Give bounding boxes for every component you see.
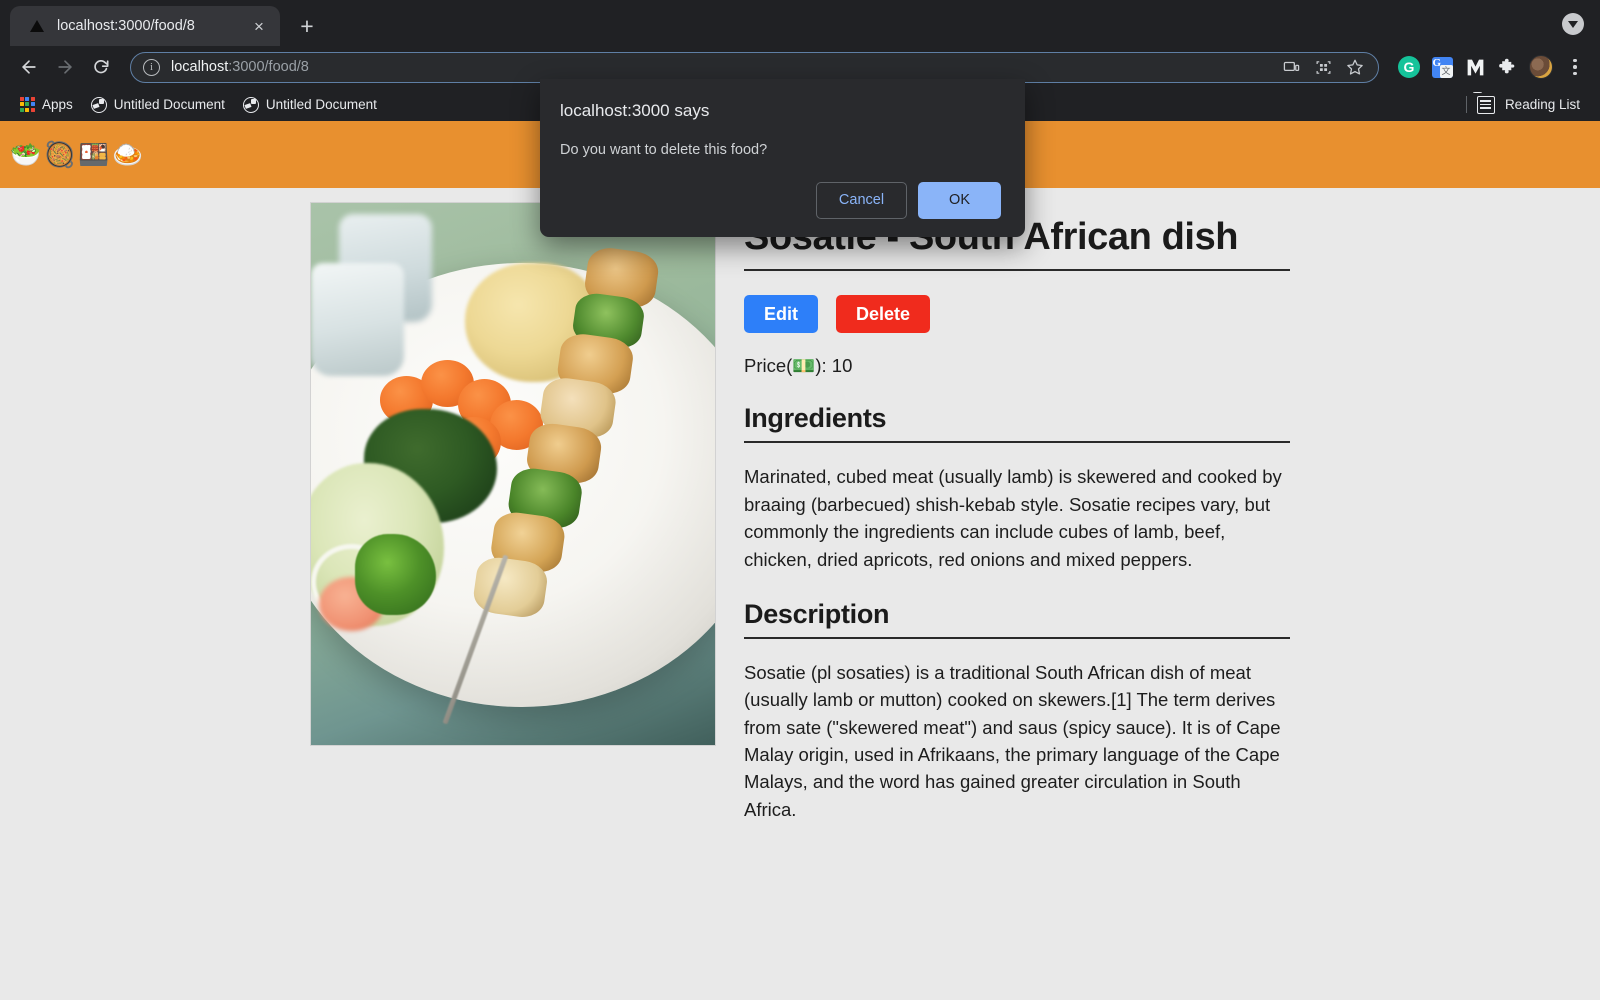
bookmark-label: Untitled Document [265, 97, 377, 112]
new-tab-button[interactable]: + [290, 9, 324, 43]
grammarly-icon[interactable]: G [1397, 55, 1421, 79]
bento-box-icon[interactable]: 🍱 [78, 142, 109, 167]
food-detail-column: Sosatie - South African dish Edit Delete… [744, 202, 1290, 823]
food-detail-layout: Sosatie - South African dish Edit Delete… [310, 202, 1290, 823]
apps-grid-icon [20, 97, 35, 112]
globe-icon [90, 96, 107, 113]
curry-rice-icon[interactable]: 🍛 [112, 142, 143, 167]
bookmark-apps[interactable]: Apps [12, 93, 81, 116]
cancel-button[interactable]: Cancel [815, 182, 908, 219]
edit-button[interactable]: Edit [744, 294, 818, 334]
back-button[interactable] [12, 50, 46, 84]
url-path: :3000/food/8 [228, 59, 309, 75]
green-salad-icon[interactable]: 🥗 [10, 142, 41, 167]
omnibox-actions [1278, 54, 1368, 80]
avatar[interactable] [1529, 55, 1553, 79]
url-host: localhost [171, 59, 229, 75]
bookmark-untitled-document-1[interactable]: Untitled Document [83, 93, 233, 117]
three-dot-menu[interactable] [1562, 54, 1588, 80]
dialog-message: Do you want to delete this food? [560, 142, 768, 158]
notification-badge [1472, 91, 1482, 94]
divider [1465, 96, 1467, 113]
food-image [310, 202, 716, 746]
browser-window: localhost:3000/food/8 × + i localhost:30… [0, 0, 1600, 1000]
price-label: Price(💵): 10 [744, 355, 853, 377]
ingredients-heading: Ingredients [744, 403, 1290, 444]
page-viewport: 🥗 🥘 🍱 🍛 Sosatie - South African dish Edi… [0, 121, 1600, 1000]
bookmark-label: Apps [42, 97, 73, 112]
url-text: localhost:3000/food/8 [171, 59, 309, 75]
description-text: Sosatie (pl sosaties) is a traditional S… [744, 661, 1281, 820]
tab-localhost-food-8[interactable]: localhost:3000/food/8 × [10, 6, 280, 46]
action-buttons: Edit Delete [744, 294, 1290, 334]
tab-search-button[interactable] [1562, 13, 1584, 35]
site-info-icon[interactable]: i [143, 58, 160, 76]
tab-strip: localhost:3000/food/8 × + [0, 0, 1600, 46]
dialog-title: localhost:3000 says [560, 101, 710, 120]
reload-button[interactable] [84, 50, 118, 84]
triangle-favicon [28, 18, 45, 35]
confirm-dialog: localhost:3000 says Do you want to delet… [540, 79, 1025, 237]
delete-button[interactable]: Delete [836, 294, 931, 334]
star-icon[interactable] [1342, 54, 1368, 80]
parsley-garnish [355, 533, 437, 615]
close-icon[interactable]: × [248, 15, 270, 37]
shallow-pan-of-food-icon[interactable]: 🥘 [44, 142, 75, 167]
bookmark-untitled-document-2[interactable]: Untitled Document [235, 93, 385, 117]
page-body: Sosatie - South African dish Edit Delete… [0, 188, 1600, 823]
globe-icon [242, 96, 259, 113]
ingredients-text: Marinated, cubed meat (usually lamb) is … [744, 466, 1282, 570]
food-image-column [310, 202, 716, 823]
tab-title: localhost:3000/food/8 [57, 18, 195, 34]
address-bar[interactable]: i localhost:3000/food/8 [130, 51, 1379, 83]
cast-icon[interactable] [1278, 54, 1304, 80]
dark-extension-icon[interactable] [1463, 55, 1487, 79]
extension-icons: G G 文 [1389, 54, 1588, 80]
dialog-actions: Cancel OK [560, 182, 1001, 219]
description-heading: Description [744, 599, 1290, 639]
reading-list-label[interactable]: Reading List [1505, 93, 1588, 116]
qr-code-icon[interactable] [1310, 54, 1336, 80]
google-translate-icon[interactable]: G 文 [1430, 55, 1454, 79]
bookmark-label: Untitled Document [113, 97, 225, 112]
reading-list-area: Reading List [1465, 88, 1588, 121]
forward-button[interactable] [48, 50, 82, 84]
ok-button[interactable]: OK [918, 182, 1001, 219]
reading-list-icon[interactable] [1472, 91, 1495, 114]
puzzle-icon[interactable] [1496, 55, 1520, 79]
